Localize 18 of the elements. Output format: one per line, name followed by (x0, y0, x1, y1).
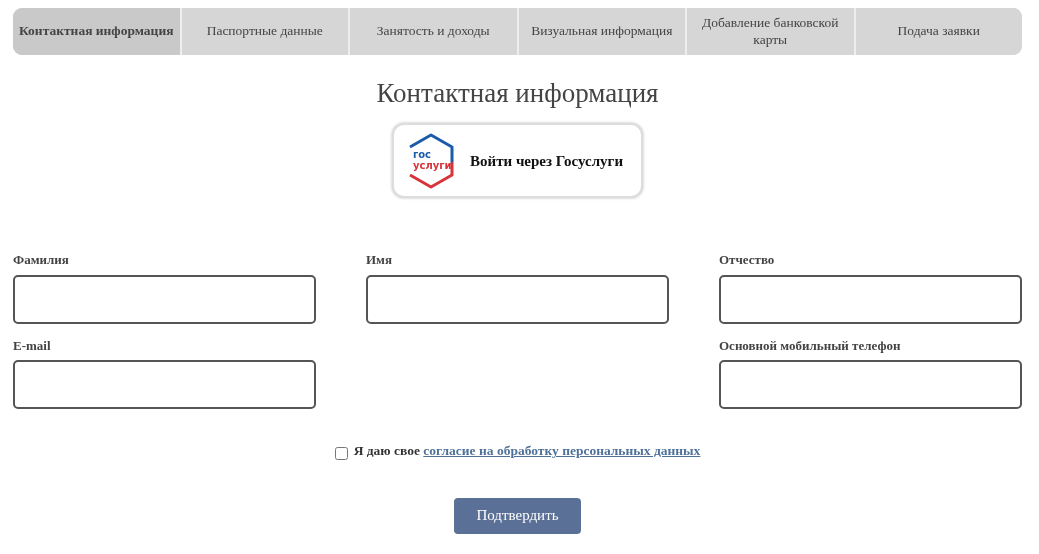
consent-link[interactable]: согласие на обработку персональных данных (423, 443, 701, 459)
input-field[interactable] (13, 360, 316, 410)
field-label: Основной мобильный телефон (719, 336, 902, 355)
tab[interactable]: Контактная информация (13, 8, 182, 55)
field-label: E-mail (13, 336, 52, 355)
input-field[interactable] (719, 360, 1022, 410)
input-field[interactable] (719, 274, 1022, 324)
gosuslugi-logo: гос услуги (404, 130, 458, 191)
consent-text: Я даю свое согласие на обработку персональных данных (353, 442, 701, 461)
page-title: Контактная информация (375, 77, 660, 110)
input-field[interactable] (366, 274, 669, 324)
submit-button[interactable]: Подтвердить (454, 497, 581, 534)
field-label: Фамилия (13, 251, 70, 270)
field-label: Имя (366, 251, 393, 270)
input-field[interactable] (13, 274, 316, 324)
field-label: Отчество (719, 251, 776, 270)
consent-checkbox[interactable] (334, 447, 348, 460)
gosuslugi-button[interactable]: гос услуги Войти через Госуслуги (392, 123, 643, 199)
